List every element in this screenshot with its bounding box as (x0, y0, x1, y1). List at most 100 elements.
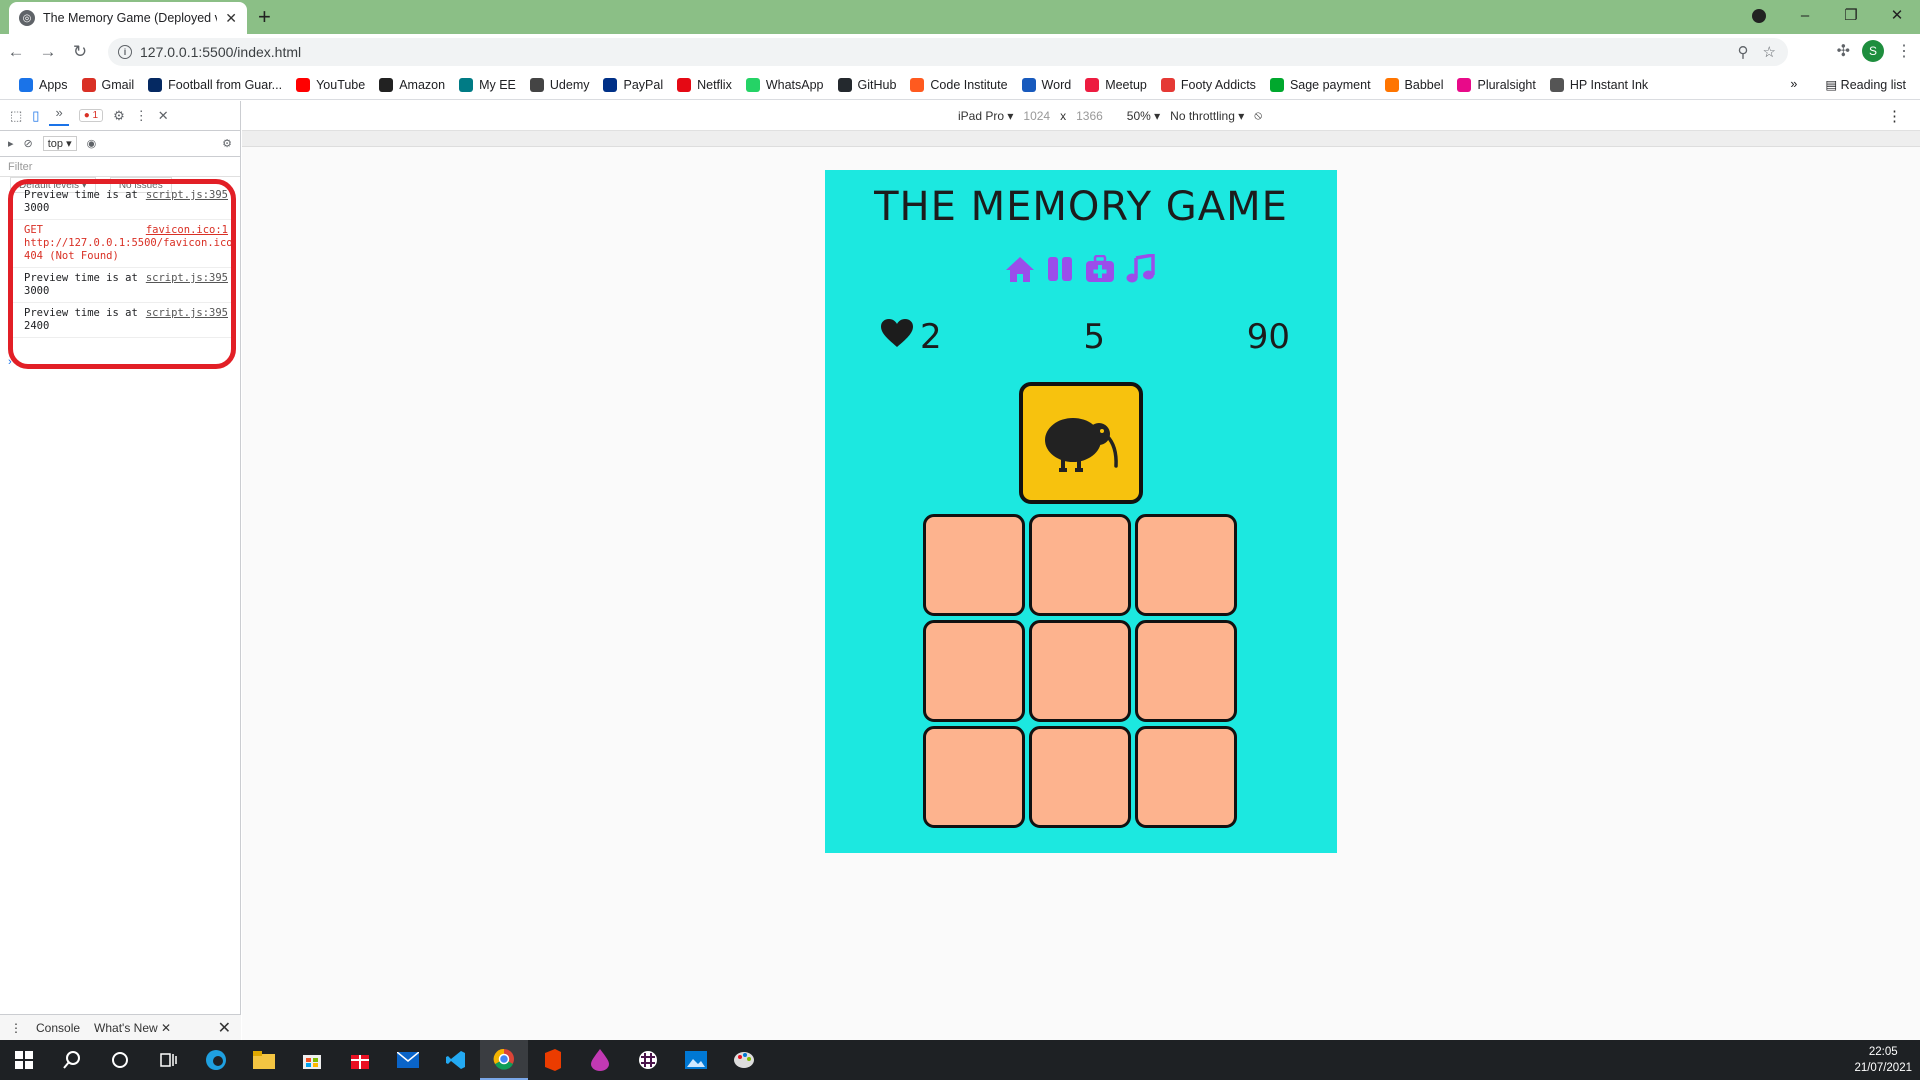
drawer-tab-whats-new[interactable]: What's New ✕ (94, 1021, 171, 1035)
vscode-icon[interactable] (432, 1040, 480, 1080)
memory-card[interactable] (923, 514, 1025, 616)
bookmark-label: Amazon (399, 77, 446, 92)
reading-list-button[interactable]: ▤ Reading list (1825, 77, 1906, 92)
restore-button[interactable]: ❐ (1828, 6, 1874, 24)
address-bar[interactable]: i 127.0.0.1:5500/index.html ⚲ ☆ (108, 38, 1788, 66)
task-view-icon[interactable] (144, 1040, 192, 1080)
search-icon[interactable] (48, 1040, 96, 1080)
bookmark-apps-grid[interactable]: Apps (12, 77, 75, 92)
microsoft-store-icon[interactable] (288, 1040, 336, 1080)
devtools-close-icon[interactable]: ✕ (158, 108, 169, 124)
viewport-width-input[interactable]: 1024 (1023, 109, 1050, 123)
memory-card[interactable] (923, 726, 1025, 828)
slack-icon[interactable] (624, 1040, 672, 1080)
bookmark-babbel[interactable]: Babbel (1378, 77, 1451, 92)
bookmark-label: WhatsApp (765, 77, 824, 92)
cortana-icon[interactable] (96, 1040, 144, 1080)
reload-icon[interactable]: ↻ (64, 42, 96, 62)
paint-drop-icon[interactable] (576, 1040, 624, 1080)
memory-card[interactable] (1029, 726, 1131, 828)
memory-card[interactable] (1135, 514, 1237, 616)
tab-search-icon[interactable] (1752, 9, 1766, 23)
chrome-icon[interactable] (480, 1040, 528, 1080)
level-value: 5 (1083, 317, 1105, 357)
bookmark-code-institute[interactable]: Code Institute (903, 77, 1014, 92)
bookmark-gmail[interactable]: Gmail (75, 77, 142, 92)
inspect-element-icon[interactable]: ⬚ (10, 108, 22, 124)
memory-card[interactable] (923, 620, 1025, 722)
bookmark-pluralsight[interactable]: Pluralsight (1450, 77, 1542, 92)
close-window-button[interactable]: ✕ (1874, 6, 1920, 24)
pause-icon[interactable] (1045, 254, 1075, 284)
back-icon[interactable]: ← (0, 42, 32, 62)
devtools-kebab-icon[interactable]: ⋮ (135, 108, 148, 124)
console-settings-icon[interactable]: ⚙ (222, 137, 232, 150)
context-select[interactable]: top ▾ (42, 136, 77, 151)
memory-card[interactable] (1135, 726, 1237, 828)
bookmark-ee[interactable]: My EE (452, 77, 523, 92)
browser-tab[interactable]: ◎ The Memory Game (Deployed ve ✕ (9, 2, 247, 34)
rotate-icon[interactable]: ⦸ (1254, 108, 1262, 123)
drawer-menu-icon[interactable]: ⋮ (10, 1021, 22, 1035)
bookmark-amazon[interactable]: Amazon (372, 77, 452, 92)
menu-kebab-icon[interactable]: ⋮ (1896, 41, 1912, 61)
site-info-icon[interactable]: i (118, 45, 132, 59)
console-filter-input[interactable]: Filter (0, 157, 240, 177)
system-clock[interactable]: 22:05 21/07/2021 (1854, 1044, 1912, 1076)
bookmark-guardian[interactable]: Football from Guar... (141, 77, 289, 92)
drawer-tab-console[interactable]: Console (36, 1021, 80, 1035)
mail-icon[interactable] (384, 1040, 432, 1080)
devtools-more-tabs[interactable]: » (49, 105, 69, 126)
bookmarks-overflow-button[interactable]: » (1790, 77, 1797, 92)
bookmark-whatsapp[interactable]: WhatsApp (739, 77, 831, 92)
profile-avatar[interactable]: S (1862, 40, 1884, 62)
bookmark-sage[interactable]: Sage payment (1263, 77, 1378, 92)
live-expression-eye-icon[interactable]: ◉ (87, 137, 97, 150)
drawer-close-icon[interactable]: ✕ (218, 1018, 231, 1038)
bookmark-hp[interactable]: HP Instant Ink (1543, 77, 1655, 92)
new-tab-button[interactable]: + (258, 4, 271, 30)
bookmark-netflix[interactable]: Netflix (670, 77, 739, 92)
zoom-icon[interactable]: ⚲ (1738, 43, 1749, 61)
memory-card[interactable] (1135, 620, 1237, 722)
minimize-button[interactable]: – (1782, 7, 1828, 24)
device-toggle-icon[interactable]: ▯ (32, 108, 39, 124)
game-title: THE MEMORY GAME (874, 184, 1288, 230)
media-query-ruler (242, 131, 1920, 147)
bookmark-label: Meetup (1105, 77, 1147, 92)
memory-card[interactable] (1029, 620, 1131, 722)
error-count-badge[interactable]: ● 1 (78, 109, 104, 122)
office-icon[interactable] (528, 1040, 576, 1080)
console-prompt[interactable]: › (8, 356, 12, 368)
clear-console-icon[interactable]: ⊘ (24, 137, 33, 150)
viewport-height-input[interactable]: 1366 (1076, 109, 1103, 123)
tab-close-icon[interactable]: ✕ (225, 10, 237, 27)
bookmark-word[interactable]: Word (1015, 77, 1079, 92)
photos-icon[interactable] (672, 1040, 720, 1080)
gift-app-icon[interactable] (336, 1040, 384, 1080)
bookmark-star-icon[interactable]: ☆ (1763, 43, 1776, 61)
settings-gear-icon[interactable]: ⚙ (113, 108, 125, 124)
device-select[interactable]: iPad Pro ▾ (958, 109, 1013, 123)
paint-palette-icon[interactable] (720, 1040, 768, 1080)
bookmark-footy-addicts[interactable]: Footy Addicts (1154, 77, 1263, 92)
first-aid-kit-icon[interactable] (1085, 254, 1115, 284)
memory-card[interactable] (1029, 514, 1131, 616)
bookmark-label: My EE (479, 77, 516, 92)
device-toolbar-more[interactable]: ⋮ (1887, 107, 1902, 125)
forward-icon[interactable]: → (32, 42, 64, 62)
bookmark-github[interactable]: GitHub (831, 77, 904, 92)
edge-icon[interactable] (192, 1040, 240, 1080)
music-note-icon[interactable] (1125, 254, 1155, 284)
bookmark-udemy[interactable]: Udemy (523, 77, 597, 92)
bookmark-youtube[interactable]: YouTube (289, 77, 372, 92)
extensions-icon[interactable]: ✣ (1837, 41, 1850, 61)
sidebar-toggle-icon[interactable]: ▸ (8, 137, 14, 150)
home-icon[interactable] (1005, 254, 1035, 284)
file-explorer-icon[interactable] (240, 1040, 288, 1080)
windows-start-icon[interactable] (0, 1040, 48, 1080)
bookmark-meetup[interactable]: Meetup (1078, 77, 1154, 92)
throttling-select[interactable]: No throttling ▾ (1170, 109, 1244, 123)
bookmark-paypal[interactable]: PayPal (596, 77, 670, 92)
zoom-select[interactable]: 50% ▾ (1127, 109, 1160, 123)
